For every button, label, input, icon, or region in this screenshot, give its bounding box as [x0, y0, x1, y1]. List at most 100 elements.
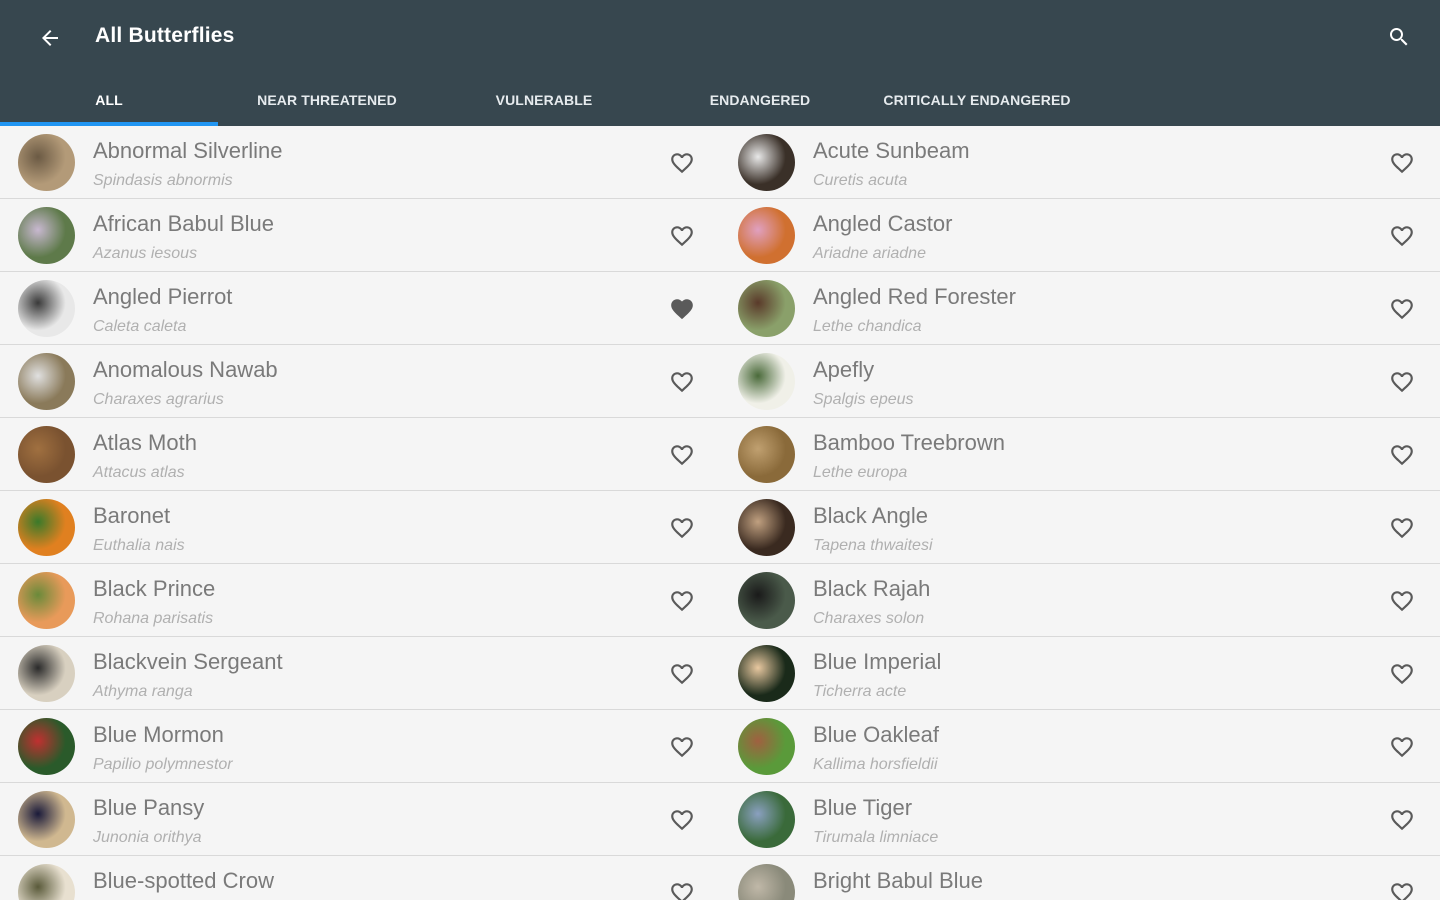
list-item[interactable]: Blackvein Sergeant Athyma ranga	[0, 637, 720, 710]
butterfly-common-name: Blue Tiger	[813, 795, 913, 820]
butterfly-photo	[18, 207, 75, 264]
heart-filled-icon	[671, 299, 693, 320]
list-item[interactable]: Black Rajah Charaxes solon	[720, 564, 1440, 637]
list-item[interactable]: Blue-spotted CrowEuploea midamus	[0, 856, 720, 900]
list-item[interactable]: African Babul Blue Azanus iesous	[0, 199, 720, 272]
tab-critically-endangered[interactable]: CRITICALLY ENDANGERED	[868, 74, 1086, 126]
left-column: Abnormal Silverline Spindasis abnormis Afr…	[0, 126, 720, 900]
favorite-button[interactable]	[660, 219, 704, 253]
list-item[interactable]: Bamboo Treebrown Lethe europa	[720, 418, 1440, 491]
butterfly-photo	[738, 791, 795, 848]
back-button[interactable]	[28, 16, 72, 60]
heart-outline-icon	[671, 372, 693, 393]
tab-all[interactable]: ALL	[0, 74, 218, 126]
butterfly-scientific-name: Attacus atlas	[93, 464, 185, 481]
page-title: All Butterflies	[95, 24, 235, 47]
heart-outline-icon	[1391, 518, 1413, 539]
butterfly-photo	[738, 353, 795, 410]
favorite-button[interactable]	[1380, 219, 1424, 253]
butterfly-scientific-name: Caleta caleta	[93, 318, 187, 335]
butterfly-scientific-name: Charaxes agrarius	[93, 391, 224, 408]
butterfly-scientific-name: Ariadne ariadne	[813, 245, 926, 262]
list-item[interactable]: Black Angle Tapena thwaitesi	[720, 491, 1440, 564]
app-bar: All Butterflies ALL NEAR THREATENED VULN…	[0, 0, 1440, 126]
favorite-button[interactable]	[660, 803, 704, 837]
favorite-button[interactable]	[1380, 730, 1424, 764]
list-item[interactable]: Angled Castor Ariadne ariadne	[720, 199, 1440, 272]
butterfly-common-name: Angled Red Forester	[813, 284, 1016, 309]
list-item[interactable]: Baronet Euthalia nais	[0, 491, 720, 564]
butterfly-common-name: Anomalous Nawab	[93, 357, 278, 382]
butterfly-common-name: Blackvein Sergeant	[93, 649, 283, 674]
butterfly-scientific-name: Tapena thwaitesi	[813, 537, 933, 554]
heart-outline-icon	[671, 883, 693, 900]
favorite-button[interactable]	[1380, 146, 1424, 180]
favorite-button[interactable]	[1380, 511, 1424, 545]
butterfly-photo	[18, 426, 75, 483]
favorite-button[interactable]	[660, 876, 704, 900]
search-button[interactable]	[1376, 14, 1422, 60]
favorite-button[interactable]	[660, 146, 704, 180]
tab-near-threatened[interactable]: NEAR THREATENED	[218, 74, 436, 126]
heart-outline-icon	[1391, 883, 1413, 900]
butterfly-scientific-name: Papilio polymnestor	[93, 756, 233, 773]
favorite-button[interactable]	[660, 657, 704, 691]
tab-endangered[interactable]: ENDANGERED	[652, 74, 868, 126]
list-item[interactable]: Anomalous Nawab Charaxes agrarius	[0, 345, 720, 418]
butterfly-common-name: Black Angle	[813, 503, 928, 528]
heart-outline-icon	[671, 226, 693, 247]
butterfly-photo	[18, 134, 75, 191]
favorite-button[interactable]	[1380, 438, 1424, 472]
favorite-button[interactable]	[1380, 584, 1424, 618]
list-item[interactable]: Apefly Spalgis epeus	[720, 345, 1440, 418]
favorite-button[interactable]	[660, 730, 704, 764]
butterfly-common-name: Acute Sunbeam	[813, 138, 970, 163]
list-item[interactable]: Angled Pierrot Caleta caleta	[0, 272, 720, 345]
favorite-button[interactable]	[1380, 803, 1424, 837]
butterfly-common-name: Abnormal Silverline	[93, 138, 283, 163]
heart-outline-icon	[1391, 153, 1413, 174]
list-item[interactable]: Atlas Moth Attacus atlas	[0, 418, 720, 491]
list-item[interactable]: Blue Oakleaf Kallima horsfieldii	[720, 710, 1440, 783]
heart-outline-icon	[671, 591, 693, 612]
list-item[interactable]: Blue Imperial Ticherra acte	[720, 637, 1440, 710]
favorite-button[interactable]	[660, 584, 704, 618]
list-item[interactable]: Acute Sunbeam Curetis acuta	[720, 126, 1440, 199]
butterfly-scientific-name: Lethe chandica	[813, 318, 922, 335]
favorite-button[interactable]	[660, 438, 704, 472]
butterfly-photo	[18, 791, 75, 848]
butterfly-common-name: Black Prince	[93, 576, 216, 601]
heart-outline-icon	[1391, 372, 1413, 393]
favorite-button[interactable]	[660, 292, 704, 326]
butterfly-scientific-name: Tirumala limniace	[813, 829, 939, 846]
favorite-button[interactable]	[1380, 292, 1424, 326]
list-item[interactable]: Black Prince Rohana parisatis	[0, 564, 720, 637]
butterfly-scientific-name: Spalgis epeus	[813, 391, 914, 408]
butterfly-common-name: Blue Imperial	[813, 649, 942, 674]
butterfly-photo	[738, 718, 795, 775]
butterfly-photo	[738, 134, 795, 191]
butterfly-common-name: Blue Mormon	[93, 722, 224, 747]
list-item[interactable]: Blue Tiger Tirumala limniace	[720, 783, 1440, 856]
favorite-button[interactable]	[660, 511, 704, 545]
favorite-button[interactable]	[1380, 365, 1424, 399]
butterfly-common-name: Baronet	[93, 503, 171, 528]
right-column: Acute Sunbeam Curetis acuta Angled Castor A…	[720, 126, 1440, 900]
butterfly-scientific-name: Euthalia nais	[93, 537, 185, 554]
heart-outline-icon	[671, 445, 693, 466]
list-item[interactable]: Blue Pansy Junonia orithya	[0, 783, 720, 856]
favorite-button[interactable]	[660, 365, 704, 399]
list-item[interactable]: Abnormal Silverline Spindasis abnormis	[0, 126, 720, 199]
favorite-button[interactable]	[1380, 876, 1424, 900]
list-item[interactable]: Angled Red Forester Lethe chandica	[720, 272, 1440, 345]
butterfly-common-name: Bright Babul Blue	[813, 868, 983, 893]
butterfly-photo	[18, 353, 75, 410]
favorite-button[interactable]	[1380, 657, 1424, 691]
tab-vulnerable[interactable]: VULNERABLE	[436, 74, 652, 126]
heart-outline-icon	[671, 664, 693, 685]
list-item[interactable]: Bright Babul BlueAzanus ubaldus	[720, 856, 1440, 900]
butterfly-scientific-name: Azanus iesous	[93, 245, 198, 262]
butterfly-list[interactable]: Abnormal Silverline Spindasis abnormis Afr…	[0, 126, 1440, 900]
list-item[interactable]: Blue Mormon Papilio polymnestor	[0, 710, 720, 783]
toolbar: All Butterflies	[0, 0, 1440, 74]
